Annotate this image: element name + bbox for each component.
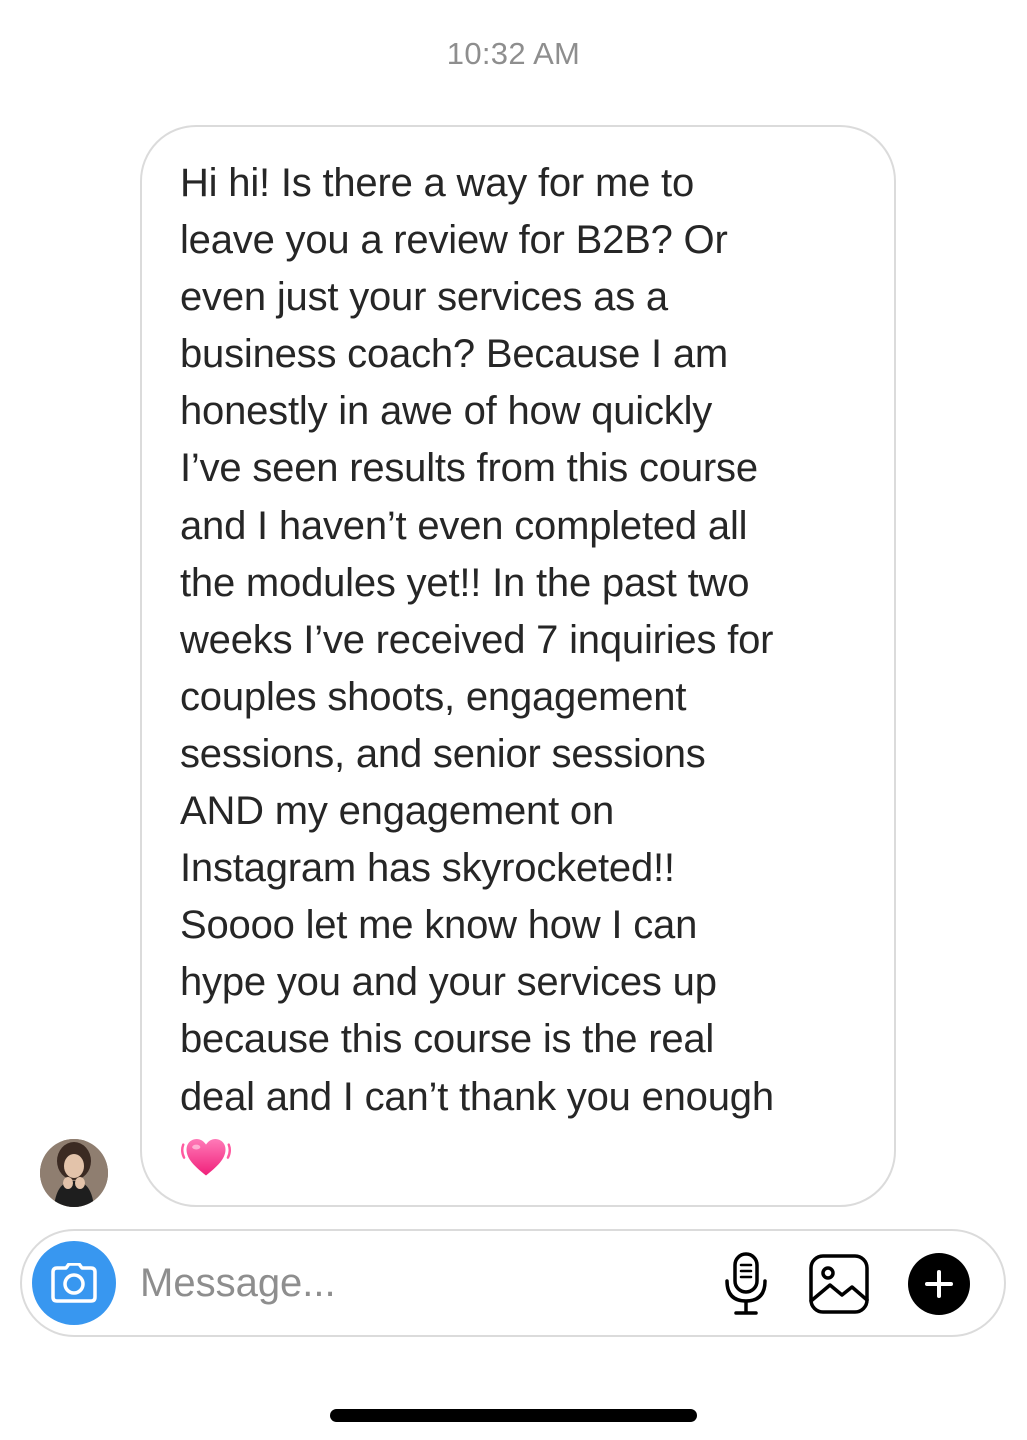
- camera-button[interactable]: [32, 1241, 116, 1325]
- received-message-bubble[interactable]: Hi hi! Is there a way for me to leave yo…: [140, 125, 896, 1207]
- sender-avatar[interactable]: [40, 1139, 108, 1207]
- plus-icon: [925, 1270, 953, 1298]
- message-text: Hi hi! Is there a way for me to leave yo…: [180, 161, 774, 1119]
- microphone-icon: [725, 1252, 767, 1315]
- message-timestamp: 10:32 AM: [446, 36, 581, 71]
- beating-heart-icon: [181, 1138, 231, 1176]
- message-input[interactable]: [140, 1251, 660, 1315]
- gallery-button[interactable]: [808, 1253, 870, 1315]
- avatar-photo: [40, 1139, 108, 1207]
- voice-message-button[interactable]: [716, 1251, 776, 1317]
- camera-icon: [51, 1263, 97, 1303]
- home-indicator[interactable]: [330, 1409, 697, 1422]
- more-options-button[interactable]: [908, 1253, 970, 1315]
- image-gallery-icon: [809, 1254, 869, 1314]
- message-composer: [20, 1229, 1006, 1337]
